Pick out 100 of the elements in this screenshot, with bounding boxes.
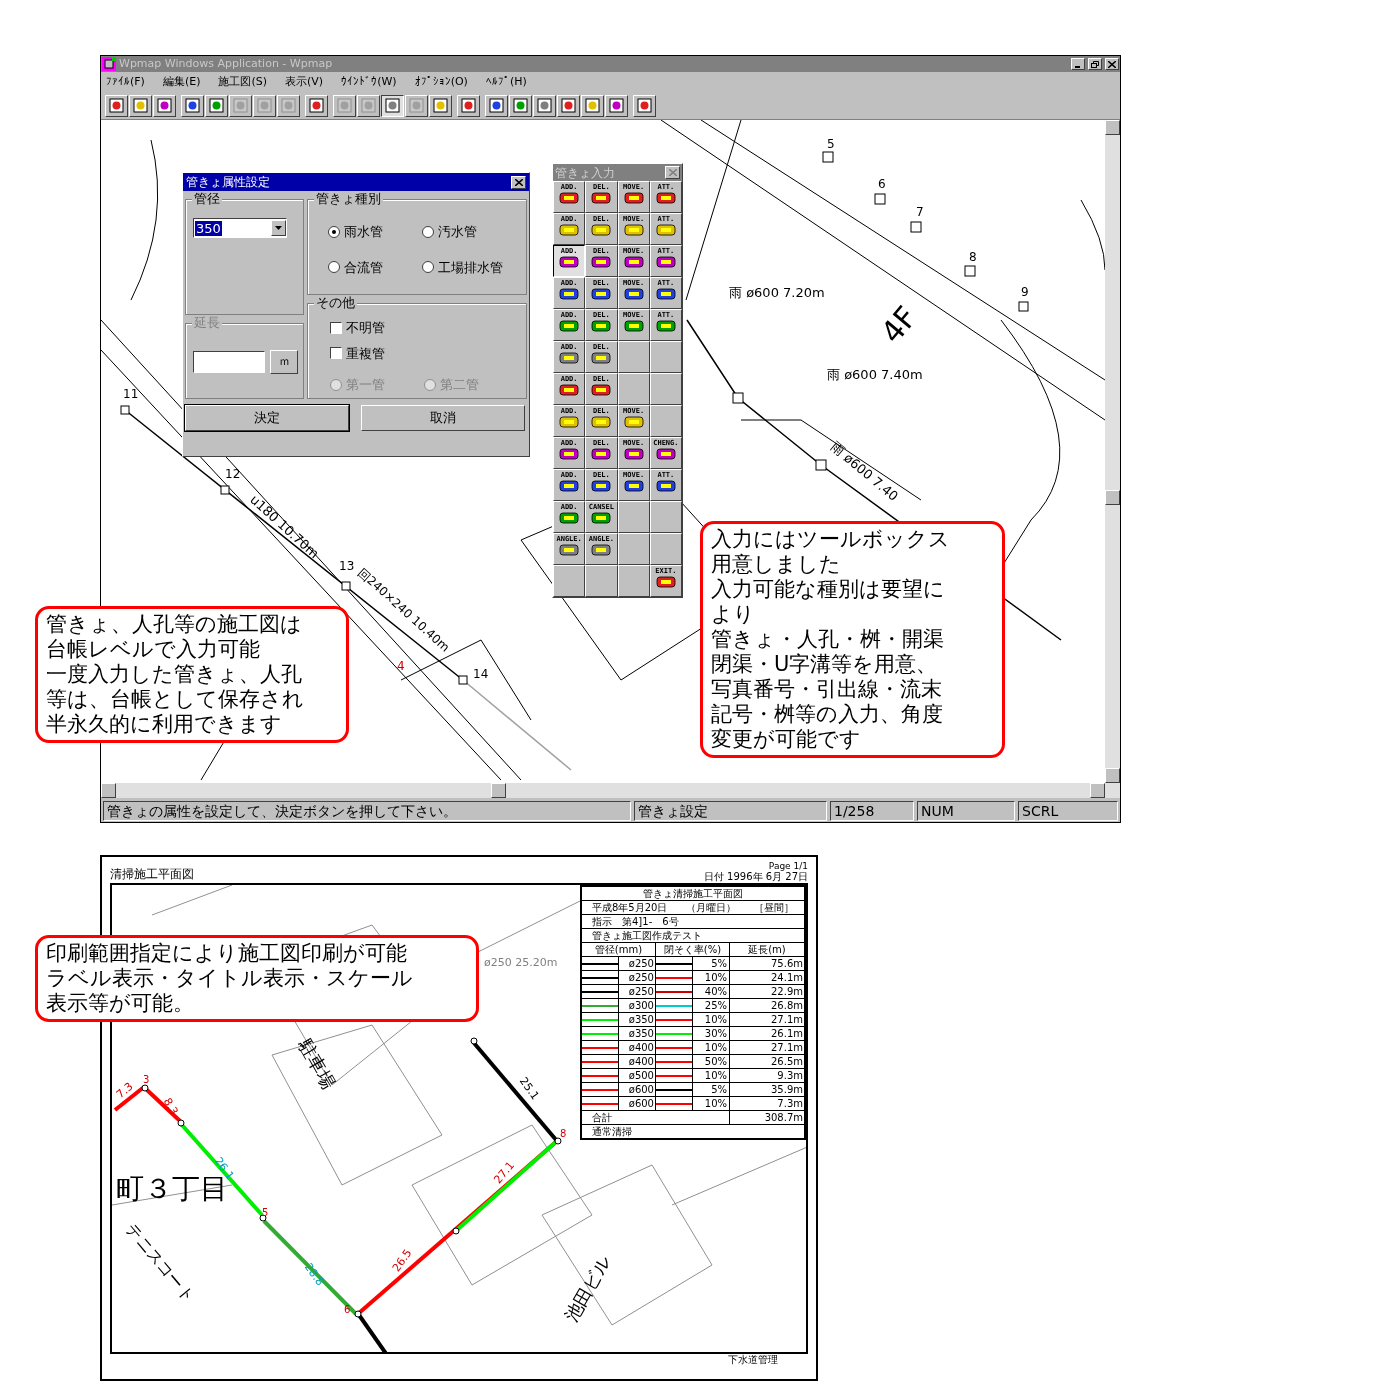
table-cell: 5% [693, 1083, 730, 1096]
legend-shift: ［昼間］ [754, 901, 794, 914]
table-cell-text: 26.8m [770, 999, 804, 1012]
checkbox-label: 重複管 [346, 344, 385, 363]
manhole-marker [220, 485, 230, 495]
toolbar-glyph-icon [585, 98, 600, 113]
map-label: 駐車場 [295, 1036, 339, 1092]
map-label: 池田ビル [562, 1253, 614, 1325]
tool-glyph-icon [591, 287, 612, 301]
manhole-marker [120, 405, 130, 415]
toolbar-glyph-icon [537, 98, 552, 113]
toolbar-glyph-icon [233, 98, 248, 113]
toolbar-glyph-icon [513, 98, 528, 113]
toolbar-button[interactable] [381, 94, 404, 117]
vertical-scrollbar[interactable] [1105, 120, 1120, 798]
map-label: 4F [876, 301, 923, 349]
tool-glyph-icon [655, 191, 676, 205]
map-label: ø250 25.20m [484, 957, 558, 968]
legend-instruction: 指示 第4]1- 6号 [582, 915, 804, 929]
table-cell-text: 22.9m [770, 985, 804, 998]
dialog-button[interactable]: 決定 [185, 405, 349, 431]
close-icon [514, 178, 523, 186]
tool-glyph-icon [591, 511, 612, 525]
table-cell: 10% [693, 1069, 730, 1082]
map-label: 5 [262, 1208, 269, 1218]
horizontal-scrollbar[interactable] [101, 783, 1105, 798]
checkbox[interactable] [330, 347, 342, 360]
map-label: 7.3 [114, 1080, 135, 1101]
diameter-combo[interactable]: 350 [193, 218, 287, 238]
table-cell-text: 35.9m [770, 1083, 804, 1096]
menu-item[interactable]: 表示(V) [285, 73, 324, 91]
tool-glyph-icon [655, 447, 676, 461]
close-button[interactable] [665, 166, 680, 179]
map-label: 4 [397, 660, 405, 672]
radio-button[interactable] [422, 261, 434, 274]
manhole-marker [910, 221, 922, 233]
tool-glyph-icon [559, 255, 580, 269]
toolbar-glyph-icon [385, 98, 400, 113]
tool-glyph-icon [591, 191, 612, 205]
menu-item[interactable]: ﾍﾙﾌﾟ(H) [485, 73, 527, 91]
column-header: 閉そく率(%) [656, 943, 730, 956]
table-cell-text: 26.5m [770, 1055, 804, 1068]
close-button[interactable] [1105, 58, 1119, 70]
dropdown-button[interactable] [271, 220, 286, 236]
radio-button[interactable] [328, 225, 340, 238]
manhole-marker [458, 675, 468, 685]
tool-glyph-icon [559, 191, 580, 205]
table-cell: 5% [693, 957, 730, 970]
close-button[interactable] [511, 175, 526, 189]
caret-icon [275, 226, 282, 230]
table-cell: 25% [693, 999, 730, 1012]
menu-item[interactable]: 施工図(S) [218, 73, 268, 91]
table-cell: 30% [693, 1027, 730, 1040]
tool-glyph-icon [655, 575, 676, 589]
tool-glyph-icon [591, 351, 612, 365]
restore-button[interactable] [1088, 58, 1102, 70]
column-header: 管径(mm) [582, 943, 656, 956]
tool-glyph-icon [655, 319, 676, 333]
map-label: 6 [878, 178, 886, 190]
toolbar-glyph-icon [109, 98, 124, 113]
group-label: 延長 [192, 315, 222, 331]
dialog-button[interactable]: 取消 [361, 405, 525, 431]
toolbar-glyph-icon [133, 98, 148, 113]
tool-glyph-icon [623, 191, 644, 205]
tool-glyph-icon [559, 351, 580, 365]
minimize-button[interactable] [1071, 58, 1085, 70]
menu-item[interactable]: ﾌｧｲﾙ(F) [106, 73, 145, 91]
callout-text: より [711, 602, 756, 627]
toolbar-glyph-icon [561, 98, 576, 113]
callout-text: 表示等が可能。 [46, 991, 195, 1016]
map-label: 14 [473, 668, 489, 680]
tool-glyph-icon [559, 543, 580, 557]
callout-text: 入力可能な種別は要望に [711, 577, 946, 602]
tool-glyph-icon [591, 383, 612, 397]
radio-button[interactable] [328, 261, 340, 274]
menu-item[interactable]: ｳｲﾝﾄﾞｳ(W) [341, 73, 397, 91]
map-label: テニスコート [123, 1221, 197, 1305]
legend-subject: 管きょ施工図作成テスト [582, 929, 804, 943]
manhole-marker [732, 392, 744, 404]
table-cell: 10% [693, 971, 730, 984]
callout-text: 台帳レベルで入力可能 [46, 637, 261, 662]
callout-text: 等は、台帳として保存され [46, 687, 305, 712]
close-icon [668, 169, 677, 176]
map-label: 9 [1021, 286, 1029, 298]
tool-glyph-icon [623, 447, 644, 461]
toolbar-glyph-icon [461, 98, 476, 113]
tool-glyph-icon [623, 319, 644, 333]
manhole-marker [874, 193, 886, 205]
toolbar-glyph-icon [185, 98, 200, 113]
menu-item[interactable]: 編集(E) [162, 73, 201, 91]
menu-item[interactable]: ｵﾌﾟｼｮﾝ(O) [414, 73, 468, 91]
radio-label: 工場排水管 [438, 258, 503, 277]
toolbar-glyph-icon [157, 98, 172, 113]
radio-button[interactable] [422, 225, 434, 238]
checkbox[interactable] [330, 321, 342, 334]
unit-button[interactable]: ｍ [270, 350, 298, 374]
map-label: 8 [969, 251, 977, 263]
table-cell-text: 308.7m [763, 1111, 804, 1124]
legend-title: 管きょ清掃施工平面図 [582, 887, 804, 901]
tool-glyph-icon [623, 415, 644, 429]
